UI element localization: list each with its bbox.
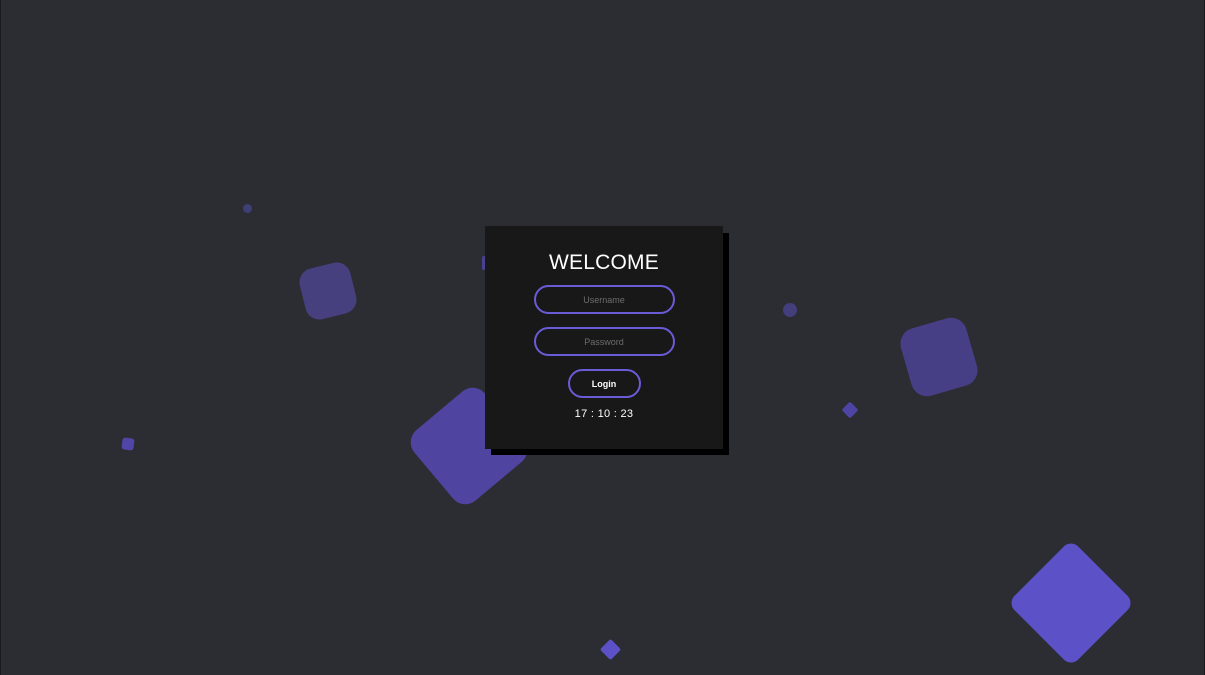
login-card: WELCOME Login 17 : 10 : 23 [485,226,723,449]
decorative-square [296,259,360,323]
clock-display: 17 : 10 : 23 [574,408,634,420]
welcome-title: WELCOME [549,251,659,274]
decorative-square [841,401,859,419]
decorative-dot [783,303,797,317]
decorative-square [121,437,135,451]
login-button[interactable]: Login [567,369,641,398]
decorative-square [896,313,982,401]
login-page: WELCOME Login 17 : 10 : 23 [0,0,1205,675]
decorative-square [1007,539,1135,667]
username-input[interactable] [533,285,675,314]
decorative-dot [243,204,252,213]
decorative-square [599,638,622,661]
password-input[interactable] [533,327,675,356]
